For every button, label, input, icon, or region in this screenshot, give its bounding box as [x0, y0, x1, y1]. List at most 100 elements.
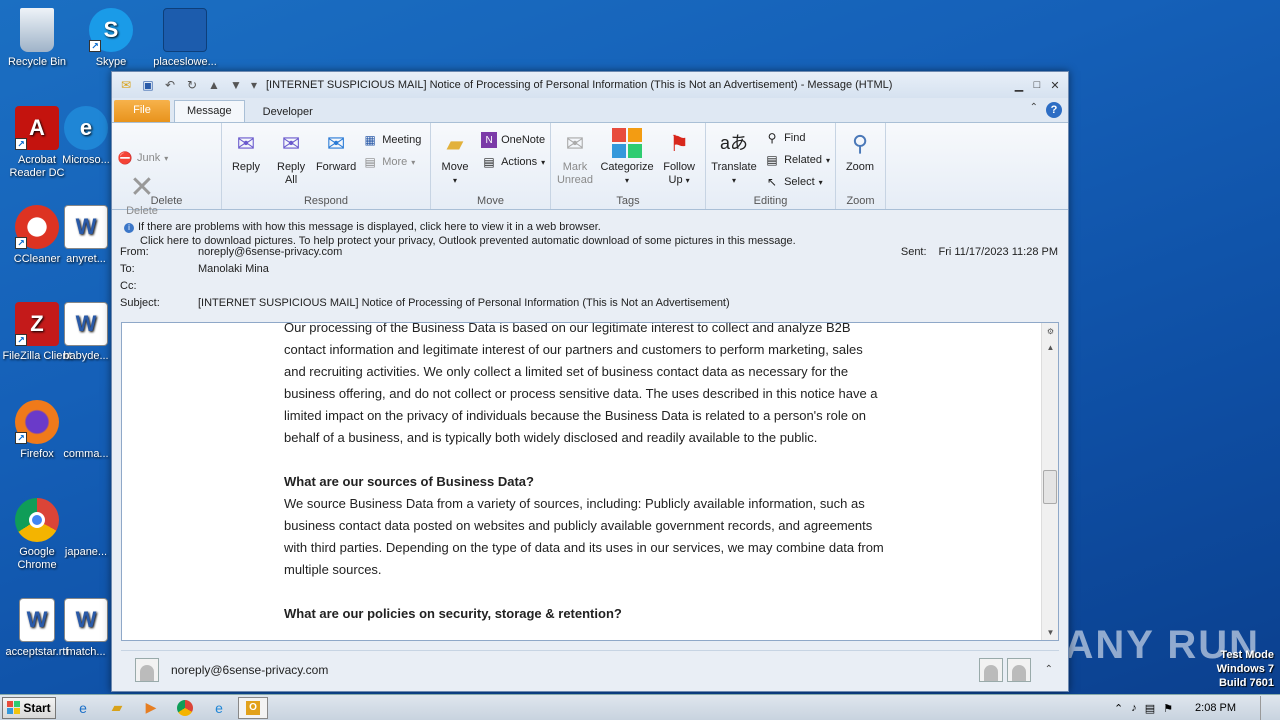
volume-icon[interactable]: ♪ [1131, 702, 1137, 714]
help-icon[interactable]: ? [1046, 102, 1062, 118]
actions-icon: ▤ [483, 155, 495, 169]
show-desktop-button[interactable] [1260, 696, 1272, 720]
people-pane: noreply@6sense-privacy.com ⌃ [121, 650, 1059, 688]
mark-unread-button[interactable]: ✉ Mark Unread [554, 127, 596, 187]
network-icon[interactable]: ▤ [1145, 702, 1155, 715]
categorize-button[interactable]: Categorize ▾ [599, 127, 655, 187]
cursor-icon: ↖ [767, 175, 778, 189]
desktop-icon-match[interactable]: W match... [60, 598, 112, 659]
desktop-icon-recycle-bin[interactable]: Recycle Bin [0, 8, 74, 69]
reply-all-icon: ✉ [281, 130, 301, 156]
minimize-button[interactable]: ▁ [1010, 77, 1028, 93]
tab-developer[interactable]: Developer [245, 102, 331, 122]
subject-value: [INTERNET SUSPICIOUS MAIL] Notice of Pro… [198, 297, 730, 309]
message-header: From: noreply@6sense-privacy.com To: Manol… [112, 246, 1068, 318]
windows-logo-icon [7, 701, 21, 714]
up-arrow-icon[interactable]: ▲ [204, 76, 224, 94]
junk-button[interactable]: ⛔ Junk ▾ [117, 147, 169, 169]
taskbar-chrome-icon[interactable] [170, 697, 200, 719]
group-editing: aあ Translate ▾ ⚲ Find ▤ Related ▾ ↖ Select ▾ … [706, 123, 836, 209]
more-respond-button[interactable]: ▤ More ▾ [362, 151, 421, 173]
down-arrow-icon[interactable]: ▼ [226, 76, 246, 94]
translate-icon: aあ [719, 132, 748, 153]
follow-up-button[interactable]: ⚑ Follow Up ▾ [658, 127, 700, 187]
vertical-scrollbar[interactable]: ⚙ ▲ ▼ [1041, 323, 1058, 640]
people-pane-sender[interactable]: noreply@6sense-privacy.com [171, 663, 328, 677]
undo-icon[interactable]: ↶ [160, 76, 180, 94]
close-button[interactable]: ✕ [1046, 77, 1064, 93]
desktop-icon-japane[interactable]: japane... [60, 498, 112, 559]
scroll-thumb[interactable] [1043, 470, 1057, 504]
expand-people-pane-icon[interactable]: ⌃ [1045, 664, 1053, 675]
group-label-zoom: Zoom [846, 195, 875, 207]
ccleaner-icon: ↗ [15, 205, 59, 249]
avatar[interactable] [1006, 657, 1031, 682]
taskbar-ie-icon[interactable]: e [68, 697, 98, 719]
scroll-up-arrow[interactable]: ▲ [1042, 339, 1058, 355]
desktop-icon-skype[interactable]: S ↗ Skype [74, 8, 148, 69]
filezilla-icon: Z ↗ [15, 302, 59, 346]
taskbar-outlook-icon[interactable]: O [238, 696, 268, 719]
junk-icon: ⛔ [117, 151, 133, 165]
actions-button[interactable]: ▤ Actions ▾ [481, 151, 545, 173]
message-body[interactable]: Our processing of the Business Data is b… [121, 322, 1059, 641]
calendar-icon: ▦ [364, 133, 376, 147]
flag-icon[interactable]: ⚑ [1163, 702, 1173, 715]
quick-access-toolbar: ✉ ▣ ↶ ↻ ▲ ▼ ▾ [116, 76, 260, 94]
start-button[interactable]: Start [2, 696, 56, 719]
file-icon [64, 498, 108, 542]
desktop-icon-babyde[interactable]: W babyde... [60, 302, 112, 363]
select-button[interactable]: ↖ Select ▾ [764, 171, 830, 193]
firefox-icon: ↗ [15, 400, 59, 444]
skype-icon: S ↗ [89, 8, 133, 52]
onenote-button[interactable]: N OneNote [481, 129, 545, 151]
from-value[interactable]: noreply@6sense-privacy.com [198, 246, 342, 263]
body-paragraph: Our processing of the Business Data is b… [284, 322, 878, 445]
binoculars-icon: ⚲ [767, 131, 777, 145]
group-respond: ✉ Reply ✉ Reply All ✉ Forward ▦ Meeting ▤… [222, 123, 431, 209]
clock[interactable]: 2:08 PM [1195, 702, 1236, 714]
translate-button[interactable]: aあ Translate ▾ [709, 127, 759, 187]
desktop-icon-edge[interactable]: e Microso... [60, 106, 112, 167]
show-hidden-icons[interactable]: ⌃ [1114, 702, 1123, 715]
scroll-down-arrow[interactable]: ▼ [1042, 624, 1058, 640]
info-bar[interactable]: i If there are problems with how this mes… [112, 210, 1068, 247]
find-button[interactable]: ⚲ Find [764, 127, 830, 149]
taskbar-media-player-icon[interactable]: ▶ [136, 697, 166, 719]
save-icon[interactable]: ▣ [138, 76, 158, 94]
related-button[interactable]: ▤ Related ▾ [764, 149, 830, 171]
group-label-tags: Tags [616, 195, 640, 207]
desktop-icon-anyret[interactable]: W anyret... [60, 205, 112, 266]
reply-all-button[interactable]: ✉ Reply All [270, 127, 312, 187]
desktop-icon-placeslowe[interactable]: placeslowe... [148, 8, 222, 69]
onenote-icon: N [481, 132, 498, 148]
customize-qat-icon[interactable]: ▾ [248, 76, 260, 94]
reply-icon: ✉ [236, 130, 256, 156]
related-icon: ▤ [766, 153, 778, 167]
collapse-ribbon-icon[interactable]: ⌃ [1030, 102, 1038, 118]
meeting-button[interactable]: ▦ Meeting [362, 129, 422, 151]
zoom-button[interactable]: ⚲ Zoom [839, 127, 881, 174]
taskbar: Start e ▰ ▶ e O ⌃ ♪ ▤ ⚑ 2:08 PM [0, 694, 1280, 720]
group-tags: ✉ Mark Unread Categorize ▾ ⚑ Follow Up ▾… [551, 123, 706, 209]
forward-button[interactable]: ✉ Forward [315, 127, 357, 174]
move-button[interactable]: ▰ Move ▾ [434, 127, 476, 187]
flag-icon: ⚑ [669, 130, 689, 156]
tab-message[interactable]: Message [174, 100, 245, 122]
info-icon: i [124, 223, 134, 233]
window-title: [INTERNET SUSPICIOUS MAIL] Notice of Pro… [266, 79, 893, 91]
to-value[interactable]: Manolaki Mina [198, 263, 269, 280]
group-zoom: ⚲ Zoom Zoom [836, 123, 886, 209]
scrollbar-options-icon[interactable]: ⚙ [1042, 323, 1058, 339]
group-move: ▰ Move ▾ N OneNote ▤ Actions ▾ Move [431, 123, 551, 209]
avatar[interactable] [978, 657, 1003, 682]
cc-label: Cc: [120, 280, 137, 292]
maximize-button[interactable]: □ [1028, 77, 1046, 93]
taskbar-explorer-icon[interactable]: ▰ [102, 697, 132, 719]
ribbon: ⛔ Junk ▾ ✕ Delete Delete ✉ Reply ✉ Reply A… [112, 122, 1068, 217]
reply-button[interactable]: ✉ Reply [225, 127, 267, 174]
taskbar-edge-icon[interactable]: e [204, 697, 234, 719]
redo-icon[interactable]: ↻ [182, 76, 202, 94]
tab-file[interactable]: File [114, 100, 170, 122]
desktop-icon-comma[interactable]: comma... [60, 400, 112, 461]
